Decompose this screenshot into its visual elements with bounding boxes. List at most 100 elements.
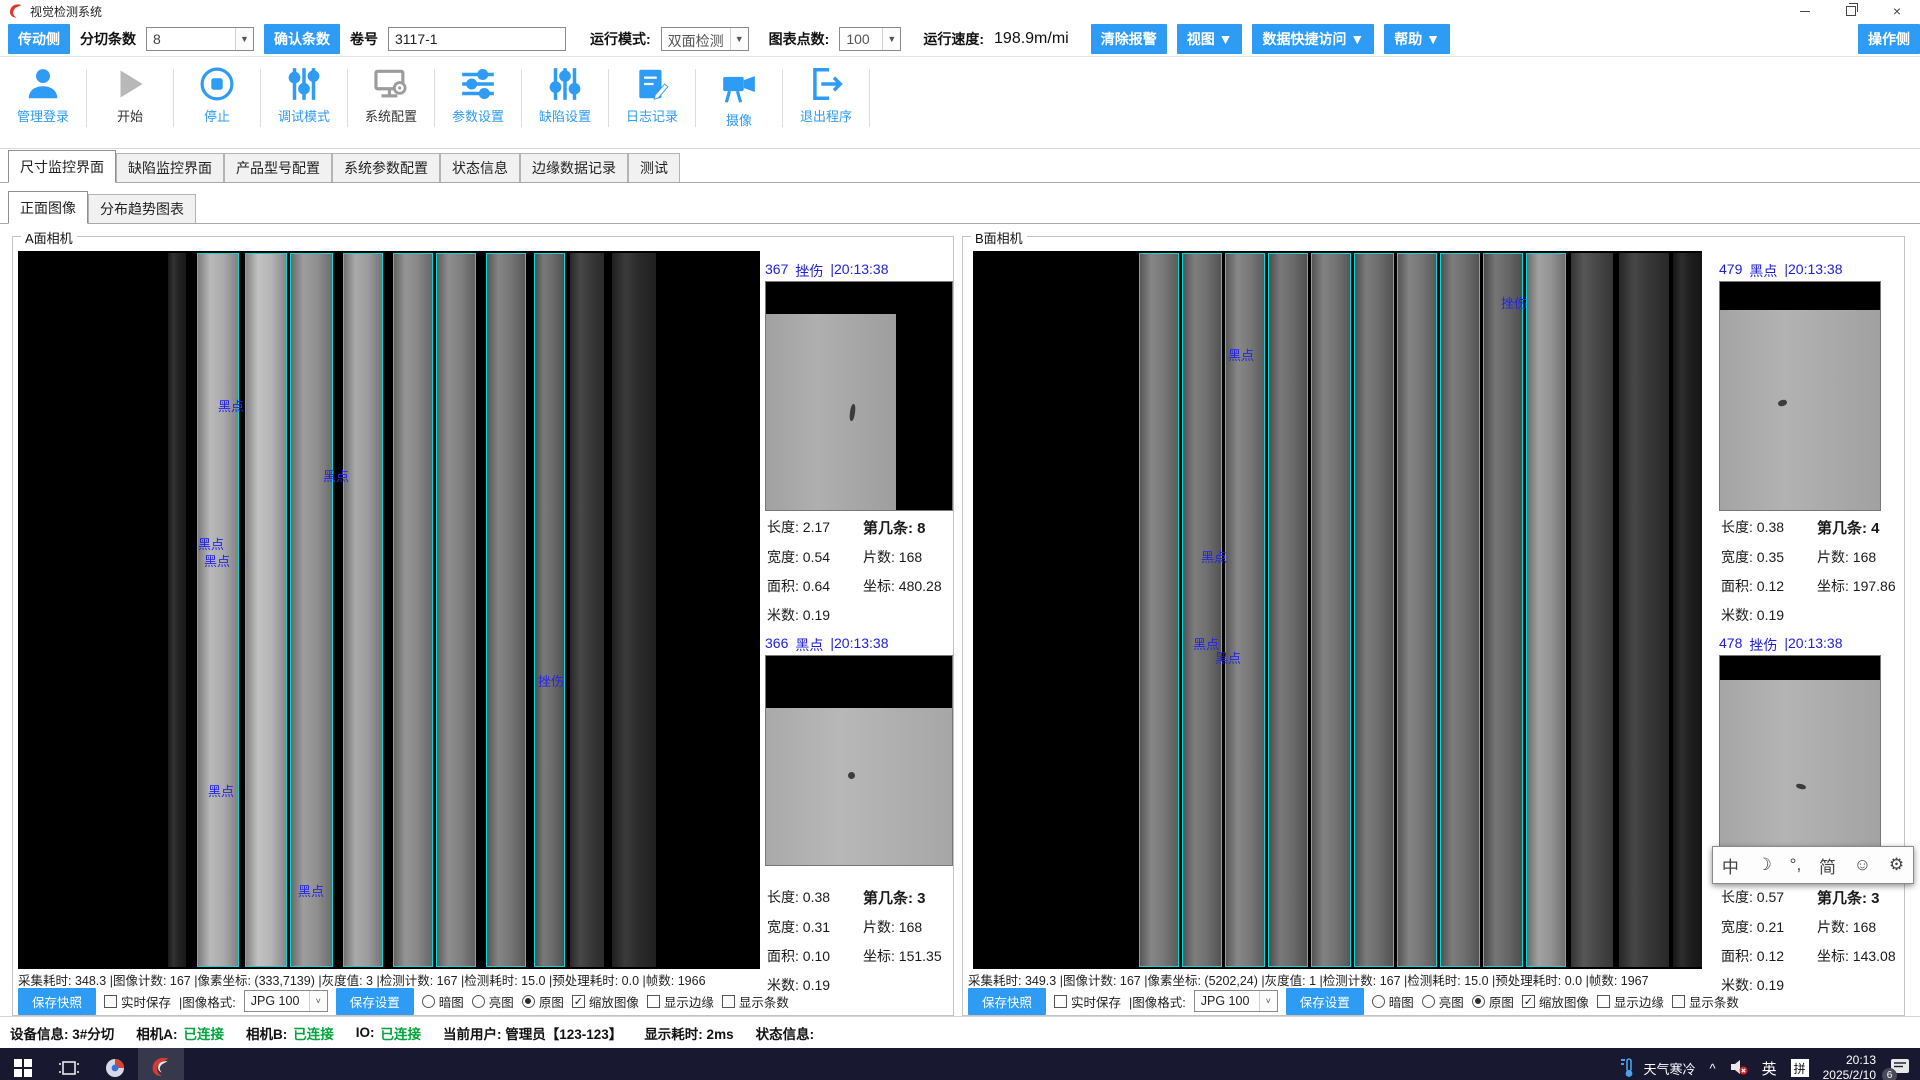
zoom-image-checkbox[interactable]: ✓缩放图像 xyxy=(572,992,639,1011)
language-indicator[interactable]: 英 xyxy=(1762,1058,1777,1079)
defect-thumbnail[interactable] xyxy=(765,655,953,866)
camera-a-status-line: 采集耗时: 348.3 |图像计数: 167 |像素坐标: (333,7139)… xyxy=(18,970,706,989)
help-menu-button[interactable]: 帮助 ▼ xyxy=(1384,24,1450,54)
bright-image-radio[interactable]: 亮图 xyxy=(472,992,514,1011)
stop-button[interactable]: 停止 xyxy=(174,65,260,125)
chevron-down-icon: ▼ xyxy=(235,28,253,50)
status-info-label: 状态信息: xyxy=(756,1023,815,1043)
ime-mode-indicator[interactable]: 拼 xyxy=(1791,1059,1809,1077)
drive-side-button[interactable]: 传动侧 xyxy=(8,24,70,54)
bright-image-radio[interactable]: 亮图 xyxy=(1422,992,1464,1011)
show-edges-checkbox[interactable]: 显示边缘 xyxy=(647,992,714,1011)
view-menu-button[interactable]: 视图 ▼ xyxy=(1177,24,1243,54)
ime-simplified-mode[interactable]: 简 xyxy=(1819,853,1836,878)
tab-defect-monitor[interactable]: 缺陷监控界面 xyxy=(116,153,224,182)
pinned-app-button[interactable] xyxy=(92,1048,138,1080)
defect-settings-button[interactable]: 缺陷设置 xyxy=(522,65,608,125)
original-image-radio[interactable]: 原图 xyxy=(1472,992,1514,1011)
defect-thumbnail[interactable] xyxy=(1719,281,1881,511)
camera-b-image[interactable]: 挫伤黑点黑点黑点黑点 xyxy=(973,251,1702,969)
notification-center-button[interactable]: 6 xyxy=(1890,1058,1910,1079)
camera-a-image[interactable]: 黑点黑点黑点黑点挫伤黑点黑点 xyxy=(18,251,760,969)
clock[interactable]: 20:13 2025/2/10 xyxy=(1823,1053,1876,1080)
chevron-down-icon: ˅ xyxy=(309,991,327,1011)
data-quick-access-menu-button[interactable]: 数据快捷访问 ▼ xyxy=(1252,24,1374,54)
image-format-label: |图像格式: xyxy=(1129,992,1186,1011)
run-mode-combobox[interactable]: 双面检测 ▼ xyxy=(661,27,749,51)
exit-program-button[interactable]: 退出程序 xyxy=(783,65,869,125)
log-record-button[interactable]: 日志记录 xyxy=(609,65,695,125)
capture-button[interactable]: 摄像 xyxy=(696,69,782,129)
user-icon xyxy=(24,65,62,103)
ime-fullwidth-moon-icon[interactable]: ☽ xyxy=(1757,855,1772,875)
defect-annotation-label: 黑点 xyxy=(204,551,230,570)
strip-region xyxy=(290,253,333,967)
dark-image-radio[interactable]: 暗图 xyxy=(422,992,464,1011)
tab-product-model-config[interactable]: 产品型号配置 xyxy=(224,153,332,182)
clear-alarm-button[interactable]: 清除报警 xyxy=(1091,24,1167,54)
realtime-save-checkbox[interactable]: 实时保存 xyxy=(1054,992,1121,1011)
volume-muted-button[interactable] xyxy=(1730,1059,1748,1078)
tray-expand-chevron[interactable]: ^ xyxy=(1709,1061,1715,1076)
show-edges-checkbox[interactable]: 显示边缘 xyxy=(1597,992,1664,1011)
checkbox-checked-icon: ✓ xyxy=(1522,995,1535,1008)
image-format-combobox[interactable]: JPG 100 ˅ xyxy=(1194,990,1278,1012)
tab-status-info[interactable]: 状态信息 xyxy=(440,153,520,182)
operator-side-button[interactable]: 操作侧 xyxy=(1858,24,1920,54)
ime-settings-gear-icon[interactable]: ⚙ xyxy=(1889,855,1904,875)
realtime-save-checkbox[interactable]: 实时保存 xyxy=(104,992,171,1011)
device-info-bar: 设备信息: 3#分切 相机A:已连接 相机B:已连接 IO:已连接 当前用户: … xyxy=(0,1016,1920,1048)
show-strip-count-checkbox[interactable]: 显示条数 xyxy=(722,992,789,1011)
defect-details: 长度: 0.38 第几条: 4 宽度: 0.35 片数: 168 面积: 0.1… xyxy=(1721,517,1881,625)
weather-widget[interactable]: 天气寒冷 xyxy=(1621,1058,1695,1078)
save-settings-button[interactable]: 保存设置 xyxy=(1286,988,1364,1015)
tab-edge-data-record[interactable]: 边缘数据记录 xyxy=(520,153,628,182)
subtab-trend-chart[interactable]: 分布趋势图表 xyxy=(88,194,196,223)
defect-thumbnail[interactable] xyxy=(765,281,953,511)
tab-test[interactable]: 测试 xyxy=(628,153,680,182)
show-strip-count-checkbox[interactable]: 显示条数 xyxy=(1672,992,1739,1011)
ime-emoji-icon[interactable]: ☺ xyxy=(1854,855,1871,875)
start-button[interactable]: 开始 xyxy=(87,65,173,125)
strip-region-unbordered xyxy=(1571,253,1613,967)
admin-login-button[interactable]: 管理登录 xyxy=(0,65,86,125)
zoom-image-checkbox[interactable]: ✓缩放图像 xyxy=(1522,992,1589,1011)
notification-badge: 6 xyxy=(1882,1068,1897,1080)
parameter-settings-button[interactable]: 参数设置 xyxy=(435,65,521,125)
camera-b-save-bar: 保存快照 实时保存 |图像格式: JPG 100 ˅ 保存设置 暗图 亮图 原图… xyxy=(968,989,1739,1013)
confirm-count-button[interactable]: 确认条数 xyxy=(264,24,340,54)
minimize-button[interactable] xyxy=(1782,0,1828,22)
ime-chinese-mode[interactable]: 中 xyxy=(1722,853,1739,878)
start-button[interactable] xyxy=(0,1048,46,1080)
tab-size-monitor[interactable]: 尺寸监控界面 xyxy=(8,150,116,183)
radio-selected-icon xyxy=(522,995,535,1008)
original-image-radio[interactable]: 原图 xyxy=(522,992,564,1011)
main-content: A面相机 黑点黑点黑点黑点挫伤黑点黑点 367挫伤|20:13:38 长度: 2… xyxy=(0,224,1920,1016)
debug-mode-button[interactable]: 调试模式 xyxy=(261,65,347,125)
roll-number-label: 卷号 xyxy=(350,29,378,49)
defect-thumbnail[interactable] xyxy=(1719,655,1881,866)
dark-image-radio[interactable]: 暗图 xyxy=(1372,992,1414,1011)
save-snapshot-button[interactable]: 保存快照 xyxy=(968,988,1046,1015)
strip-region xyxy=(1526,253,1566,967)
system-tray: 天气寒冷 ^ 英 拼 20:13 2025/2/10 6 xyxy=(1621,1053,1920,1080)
chart-points-label: 图表点数: xyxy=(769,29,830,49)
save-settings-button[interactable]: 保存设置 xyxy=(336,988,414,1015)
active-app-button[interactable] xyxy=(138,1048,184,1080)
subtab-front-image[interactable]: 正面图像 xyxy=(8,191,88,224)
strip-region xyxy=(1268,253,1308,967)
camera-a-save-bar: 保存快照 实时保存 |图像格式: JPG 100 ˅ 保存设置 暗图 亮图 原图… xyxy=(18,989,789,1013)
defect-annotation-label: 黑点 xyxy=(1215,648,1241,667)
chart-points-combobox[interactable]: 100 ▼ xyxy=(839,27,901,51)
tab-system-param-config[interactable]: 系统参数配置 xyxy=(332,153,440,182)
command-bar: 传动侧 分切条数 8 ▼ 确认条数 卷号 3117-1 运行模式: 双面检测 ▼… xyxy=(0,22,1920,57)
roll-number-input[interactable]: 3117-1 xyxy=(388,27,566,51)
task-view-button[interactable] xyxy=(46,1048,92,1080)
slit-count-combobox[interactable]: 8 ▼ xyxy=(146,27,254,51)
ime-punctuation-mode[interactable]: °, xyxy=(1790,855,1802,875)
system-config-button[interactable]: 系统配置 xyxy=(348,65,434,125)
maximize-button[interactable] xyxy=(1828,0,1874,22)
save-snapshot-button[interactable]: 保存快照 xyxy=(18,988,96,1015)
close-button[interactable]: × xyxy=(1874,0,1920,22)
image-format-combobox[interactable]: JPG 100 ˅ xyxy=(244,990,328,1012)
